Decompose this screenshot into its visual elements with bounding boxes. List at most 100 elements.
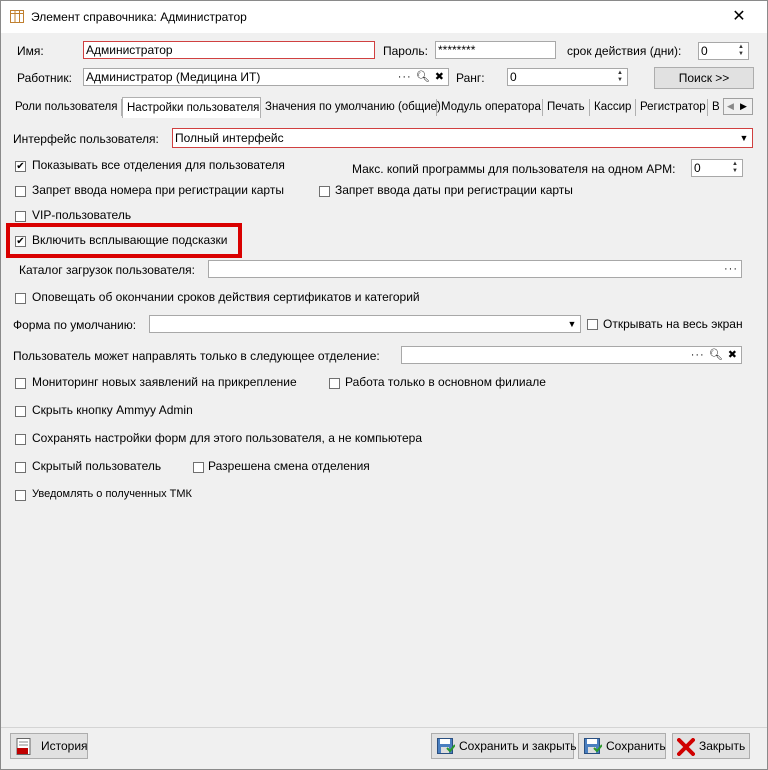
password-input[interactable]: ******** [435,41,556,59]
title-bar: Элемент справочника: Администратор ✕ [1,1,767,33]
spin-down-icon[interactable]: ▼ [614,77,626,84]
tab-scroll-right-icon[interactable]: ▶ [737,99,750,113]
ellipsis-icon[interactable]: ··· [691,349,705,361]
hidden-user-checkbox[interactable] [15,462,26,473]
close-button-label: Закрыть [699,739,746,753]
table-icon [10,10,24,23]
ban-card-date-label: Запрет ввода даты при регистрации карты [335,183,573,197]
employee-label: Работник: [17,71,72,85]
search-button[interactable]: Поиск >> [654,67,754,89]
monitor-apps-label: Мониторинг новых заявлений на прикреплен… [32,375,297,389]
spin-up-icon[interactable]: ▲ [735,44,747,51]
close-button[interactable]: Закрыть [672,733,750,759]
vip-user-checkbox[interactable] [15,211,26,222]
allow-dept-change-checkbox[interactable] [193,462,204,473]
tab-scroller: ◀ ▶ [723,98,753,115]
allow-dept-change-label: Разрешена смена отделения [208,459,370,473]
validity-label: срок действия (дни): [567,44,682,58]
tab-registrar[interactable]: Регистратор [636,99,708,116]
close-icon [677,738,695,756]
interface-label: Интерфейс пользователя: [13,132,159,146]
main-branch-only-checkbox[interactable] [329,378,340,389]
tab-scroll-left-icon[interactable]: ◀ [724,99,737,113]
show-all-depts-checkbox[interactable]: ✔ [15,161,26,172]
tab-more[interactable]: В [708,99,722,116]
employee-input[interactable]: Администратор (Медицина ИТ) ··· 🔍︎ ✖ [83,68,449,86]
downloads-input[interactable]: ··· [208,260,742,278]
history-button-label: История [41,739,88,753]
password-label: Пароль: [383,44,428,58]
name-input[interactable]: Администратор [83,41,375,59]
clear-icon[interactable]: ✖ [728,349,738,361]
highlight-frame [6,223,242,258]
save-button-label: Сохранить [606,739,666,753]
history-button[interactable]: История [10,733,88,759]
ellipsis-icon[interactable]: ··· [724,261,738,277]
save-button[interactable]: Сохранить [578,733,666,759]
history-log-icon [16,738,31,755]
open-fullscreen-label: Открывать на весь экран [603,317,743,331]
default-form-label: Форма по умолчанию: [13,318,137,332]
dept-direct-input[interactable]: ··· 🔍︎ ✖ [401,346,742,364]
employee-field-icons: ··· 🔍︎ ✖ [398,69,445,85]
max-copies-spinner[interactable]: 0 ▲ ▼ [691,159,743,177]
spin-up-icon[interactable]: ▲ [729,161,741,168]
validity-value: 0 [701,44,708,58]
vip-user-label: VIP-пользователь [32,208,132,222]
rank-label: Ранг: [456,71,485,85]
rank-spinner[interactable]: 0 ▲ ▼ [507,68,628,86]
close-window-icon[interactable]: ✕ [725,6,753,28]
dept-direct-label: Пользователь может направлять только в с… [13,349,380,363]
hidden-user-label: Скрытый пользователь [32,459,162,473]
spin-up-icon[interactable]: ▲ [614,70,626,77]
save-form-settings-label: Сохранять настройки форм для этого польз… [32,431,423,445]
validity-spinner[interactable]: 0 ▲ ▼ [698,42,749,60]
tab-operator[interactable]: Модуль оператора [437,99,543,116]
main-branch-only-label: Работа только в основном филиале [345,375,546,389]
tab-strip: Роли пользователя Настройки пользователя… [9,97,753,118]
hide-ammyy-label: Скрыть кнопку Ammyy Admin [32,403,193,417]
monitor-apps-checkbox[interactable] [15,378,26,389]
open-fullscreen-checkbox[interactable] [587,319,598,330]
max-copies-spin-buttons[interactable]: ▲ ▼ [729,161,741,175]
downloads-label: Каталог загрузок пользователя: [19,263,195,277]
search-icon[interactable]: 🔍︎ [709,349,724,361]
validity-spin-buttons[interactable]: ▲ ▼ [735,44,747,58]
save-form-settings-checkbox[interactable] [15,434,26,445]
window-title: Элемент справочника: Администратор [31,10,247,24]
spin-down-icon[interactable]: ▼ [729,168,741,175]
dialog-window: Элемент справочника: Администратор ✕ Имя… [0,0,768,770]
search-icon[interactable]: 🔍︎ [416,71,431,83]
notify-tmk-checkbox[interactable] [15,490,26,501]
notify-tmk-label: Уведомлять о полученных ТМК [32,488,192,500]
ban-card-date-checkbox[interactable] [319,186,330,197]
save-close-button[interactable]: Сохранить и закрыть [431,733,576,759]
tab-roles[interactable]: Роли пользователя [11,99,122,116]
clear-icon[interactable]: ✖ [435,71,445,83]
save-icon [584,738,602,754]
hide-ammyy-checkbox[interactable] [15,406,26,417]
show-all-depts-label: Показывать все отделения для пользовател… [32,158,285,172]
notify-certs-checkbox[interactable] [15,293,26,304]
interface-select[interactable]: Полный интерфейс ▼ [172,128,753,148]
max-copies-label: Макс. копий программы для пользователя н… [352,162,676,176]
tab-cashier[interactable]: Кассир [590,99,636,116]
rank-value: 0 [510,70,517,84]
dept-field-icons: ··· 🔍︎ ✖ [691,347,738,363]
tab-print[interactable]: Печать [543,99,590,116]
save-close-icon [437,738,455,754]
interface-value: Полный интерфейс [175,131,284,145]
name-label: Имя: [17,44,44,58]
rank-spin-buttons[interactable]: ▲ ▼ [614,70,626,84]
default-form-select[interactable]: ▼ [149,315,581,333]
ellipsis-icon[interactable]: ··· [398,71,412,83]
max-copies-value: 0 [694,161,701,175]
notify-certs-label: Оповещать об окончании сроков действия с… [32,290,420,304]
tab-defaults[interactable]: Значения по умолчанию (общие) [261,99,441,116]
chevron-down-icon[interactable]: ▼ [565,317,579,331]
ban-card-number-label: Запрет ввода номера при регистрации карт… [32,183,284,197]
ban-card-number-checkbox[interactable] [15,186,26,197]
tab-user-settings[interactable]: Настройки пользователя [122,97,261,118]
spin-down-icon[interactable]: ▼ [735,51,747,58]
chevron-down-icon[interactable]: ▼ [737,131,751,145]
